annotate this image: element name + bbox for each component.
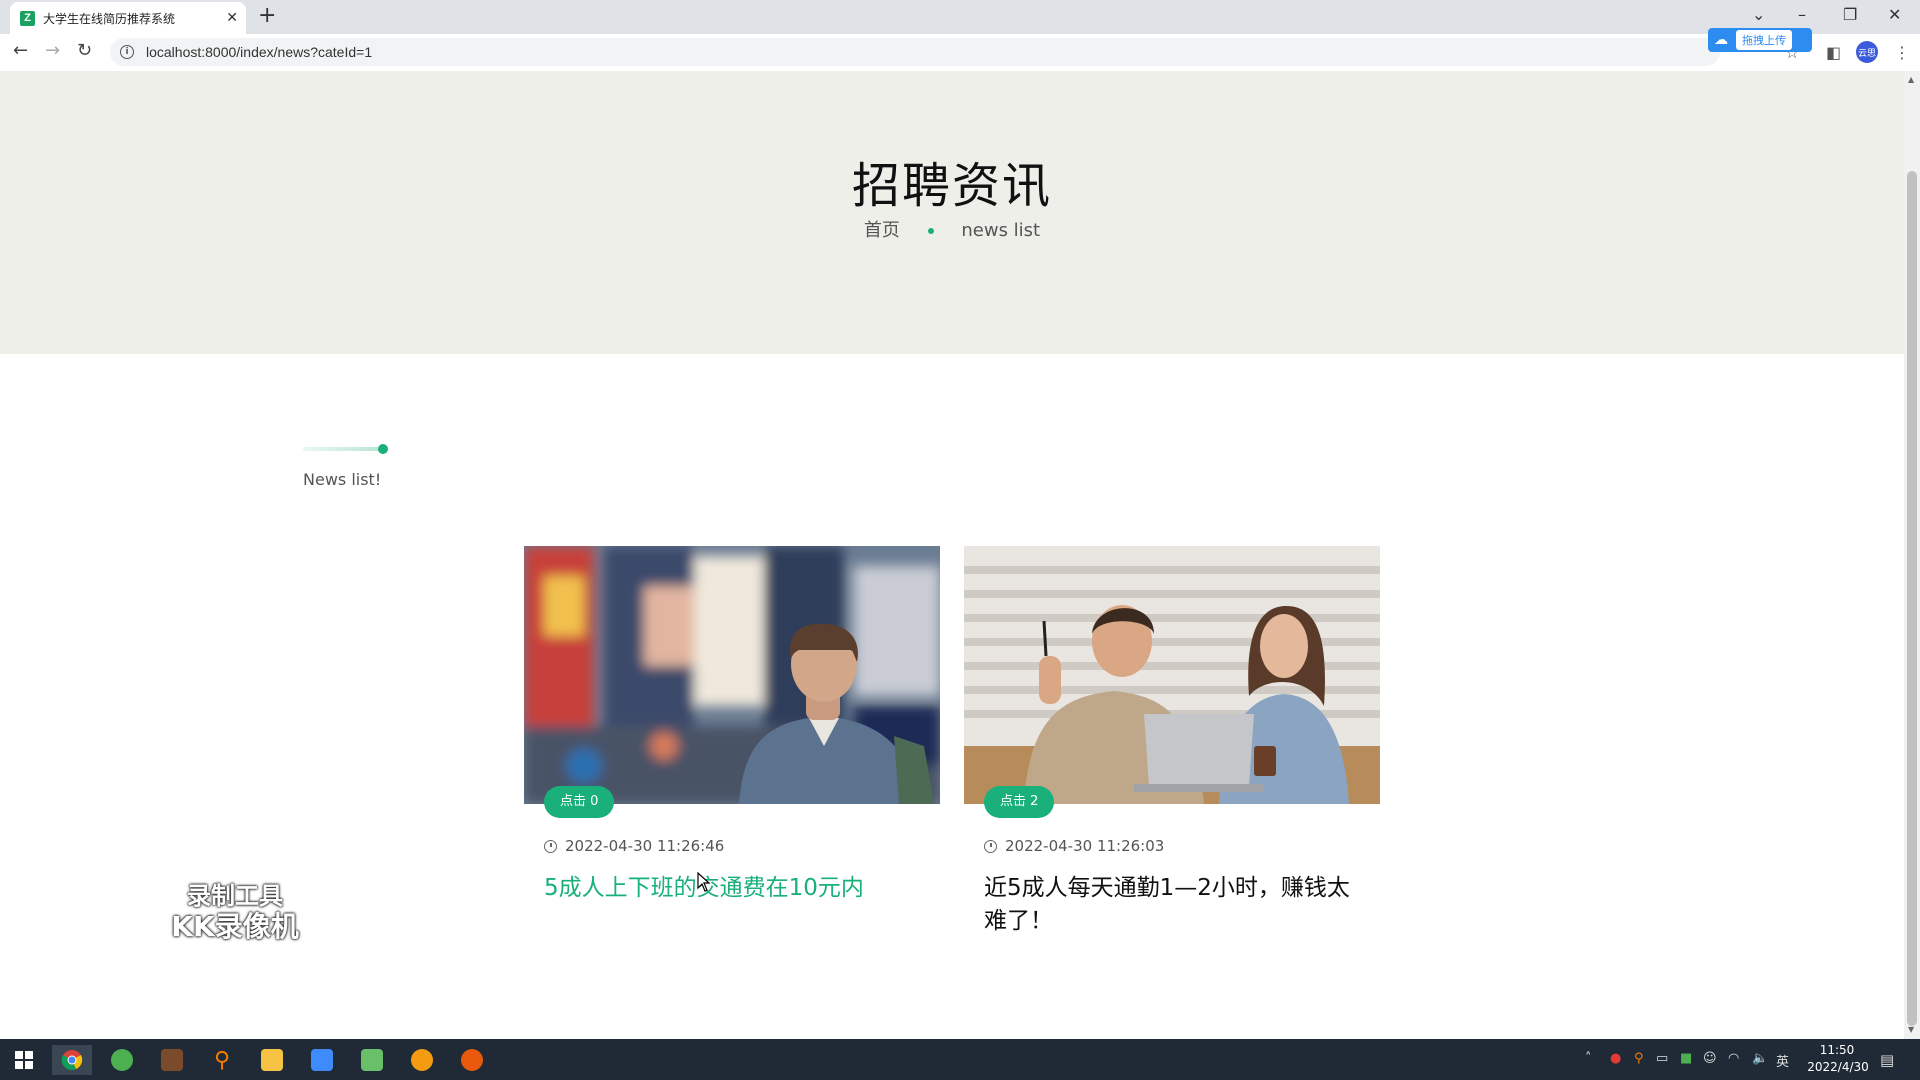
forward-button[interactable]: → [45,42,60,60]
recorder-app-icon [461,1049,483,1071]
section-divider-dot [378,444,388,454]
minimize-button[interactable]: – [1798,5,1806,24]
news-title-link[interactable]: 近5成人每天通勤1—2小时，赚钱太难了！ [984,872,1364,938]
breadcrumb-separator-dot [927,228,934,234]
browser-tab-strip: Z 大学生在线简历推荐系统 ✕ + ⌄ – ❐ ✕ [0,0,1920,34]
tray-antivirus-icon[interactable]: ● [1610,1051,1621,1066]
file-explorer-taskbar-button[interactable] [252,1045,292,1075]
news-date: 2022-04-30 11:26:46 [544,837,724,855]
chrome-taskbar-button[interactable] [52,1045,92,1075]
news-title-link[interactable]: 5成人上下班的交通费在10元内 [544,872,924,905]
section-divider-line [303,447,383,451]
watermark-line-2: KK录像机 [171,910,299,943]
browser-menu-icon[interactable]: ⋮ [1894,43,1910,62]
page-title: 招聘资讯 [851,158,1052,214]
windows-logo-icon [15,1051,33,1069]
taskbar-clock-time[interactable]: 11:50 [1812,1043,1862,1057]
tiger-app-icon [161,1049,183,1071]
new-tab-button[interactable]: + [258,4,276,28]
news-card[interactable]: 点击 0 2022-04-30 11:26:46 5成人上下班的交通费在10元内 [524,546,940,966]
clock-icon [544,839,557,853]
windows-taskbar: ⚲ ˄ ● ⚲ ▭ ■ ☺ ◠ 🔈 英 11:50 2022/4/30 ▤ [0,1039,1920,1080]
mouse-cursor-icon [697,872,711,892]
tab-search-chevron-icon[interactable]: ⌄ [1752,5,1765,24]
browser-toolbar: ← → ↻ i localhost:8000/index/news?cateId… [0,34,1920,72]
breadcrumb-home-link[interactable]: 首页 [864,220,900,241]
news-card[interactable]: 点击 2 2022-04-30 11:26:03 近5成人每天通勤1—2小时，赚… [964,546,1380,966]
scroll-down-arrow-icon[interactable]: ▼ [1908,1025,1914,1034]
clock-icon [984,839,997,853]
tray-search-icon[interactable]: ⚲ [1634,1051,1644,1066]
drag-upload-extension-button[interactable]: ☁ 拖拽上传 [1708,28,1812,52]
news-date: 2022-04-30 11:26:03 [984,837,1164,855]
drag-upload-label: 拖拽上传 [1736,30,1792,50]
scrollbar-thumb[interactable] [1907,171,1917,1026]
side-panel-icon[interactable]: ◧ [1826,43,1841,62]
scroll-up-arrow-icon[interactable]: ▲ [1908,75,1914,84]
notepad-icon [361,1049,383,1071]
view-count-badge: 点击 0 [544,786,615,818]
tray-green-icon[interactable]: ■ [1680,1051,1692,1066]
url-text: localhost:8000/index/news?cateId=1 [146,44,373,60]
green-app-icon [111,1049,133,1071]
watermark-line-1: 录制工具 [187,882,283,910]
cloud-app-icon [311,1049,333,1071]
man-in-city-street-photo-icon [524,546,940,804]
start-button[interactable] [4,1045,44,1075]
breadcrumb: 首页 news list [0,216,1904,242]
cloud-app-taskbar-button[interactable] [302,1045,342,1075]
restore-button[interactable]: ❐ [1843,5,1857,24]
magnifier-icon: ⚲ [213,1047,231,1073]
app-tiger-taskbar-button[interactable] [152,1045,192,1075]
recorder-taskbar-button[interactable] [452,1045,492,1075]
tray-overflow-chevron-icon[interactable]: ˄ [1585,1051,1592,1066]
taskbar-clock-date[interactable]: 2022/4/30 [1798,1060,1878,1074]
view-count-badge: 点击 2 [984,786,1055,818]
news-card-image[interactable] [524,546,940,804]
folder-icon [261,1049,283,1071]
reload-button[interactable]: ↻ [77,42,92,60]
address-bar[interactable]: i localhost:8000/index/news?cateId=1 [110,38,1720,66]
tray-network-icon[interactable]: ◠ [1728,1051,1739,1066]
page-viewport: 招聘资讯 首页 news list News list! 点击 0 2022-0… [0,71,1904,1039]
back-button[interactable]: ← [13,42,28,60]
profile-avatar[interactable]: 云思 [1856,41,1878,63]
two-people-at-laptop-photo-icon [964,546,1380,804]
page-hero-banner: 招聘资讯 首页 news list [0,71,1904,354]
browser-tab[interactable]: Z 大学生在线简历推荐系统 ✕ [10,2,246,34]
notepad-taskbar-button[interactable] [352,1045,392,1075]
page-scrollbar[interactable]: ▲ ▼ [1904,71,1920,1039]
tray-device-icon[interactable]: ▭ [1656,1051,1668,1066]
section-label: News list! [303,470,382,489]
news-date-text: 2022-04-30 11:26:03 [1005,837,1165,855]
search-app-taskbar-button[interactable]: ⚲ [202,1045,242,1075]
orange-app-icon [411,1049,433,1071]
news-card-image[interactable] [964,546,1380,804]
close-window-button[interactable]: ✕ [1888,5,1901,24]
tray-qq-icon[interactable]: ☺ [1703,1051,1717,1066]
tab-close-icon[interactable]: ✕ [226,10,238,26]
tray-volume-icon[interactable]: 🔈 [1752,1051,1768,1066]
news-date-text: 2022-04-30 11:26:46 [565,837,725,855]
action-center-icon[interactable]: ▤ [1880,1051,1894,1069]
app-green-taskbar-button[interactable] [102,1045,142,1075]
site-info-icon[interactable]: i [120,45,134,59]
orange-app-taskbar-button[interactable] [402,1045,442,1075]
breadcrumb-current: news list [961,220,1041,241]
cloud-upload-icon: ☁ [1714,32,1728,48]
site-favicon-icon: Z [20,10,35,26]
chrome-icon [61,1050,83,1070]
tray-ime-indicator[interactable]: 英 [1776,1051,1789,1070]
recorder-watermark: 录制工具 KK录像机 [160,881,310,943]
tab-title: 大学生在线简历推荐系统 [43,11,176,26]
